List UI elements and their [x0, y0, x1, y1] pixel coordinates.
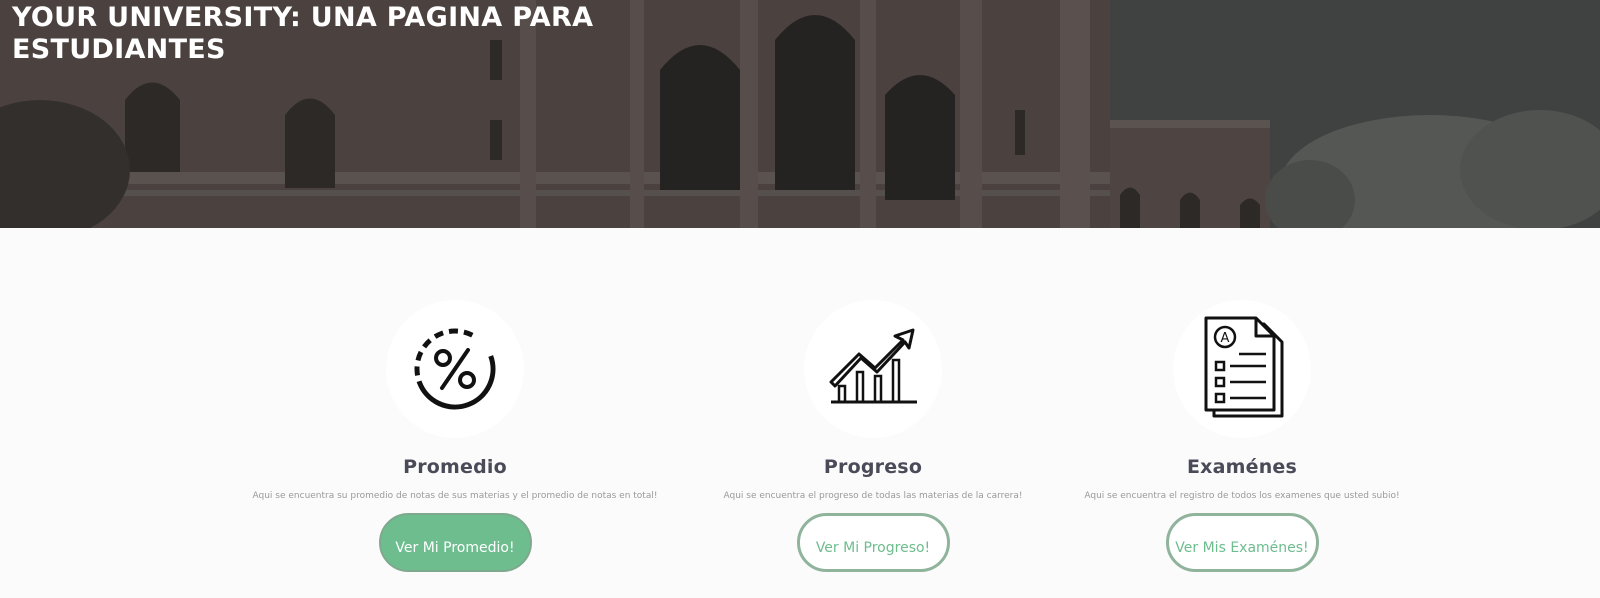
hero-banner: YOUR UNIVERSITY: UNA PAGINA PARA ESTUDIA… — [0, 0, 1600, 228]
card-promedio: Promedio Aqui se encuentra su promedio d… — [235, 300, 675, 572]
exam-document-icon: A — [1204, 316, 1284, 418]
svg-text:A: A — [1221, 331, 1230, 346]
ver-mis-examenes-button[interactable]: Ver Mis Examénes! — [1165, 513, 1319, 572]
card-description: Aqui se encuentra su promedio de notas d… — [252, 491, 658, 501]
ver-mi-promedio-button[interactable]: Ver Mi Promedio! — [378, 513, 532, 572]
page-title: YOUR UNIVERSITY: UNA PAGINA PARA ESTUDIA… — [12, 2, 594, 65]
feature-cards: Promedio Aqui se encuentra su promedio d… — [0, 228, 1600, 598]
card-title: Examénes — [1186, 456, 1298, 478]
icon-circle — [804, 300, 942, 438]
card-description: Aqui se encuentra el registro de todos l… — [1084, 491, 1400, 501]
icon-circle — [386, 300, 524, 438]
card-examenes: A Examénes Aqui se encuentra el registro… — [1022, 300, 1462, 572]
icon-circle: A — [1173, 300, 1311, 438]
percent-icon — [414, 328, 496, 410]
card-title: Promedio — [403, 456, 507, 478]
growth-chart-icon — [829, 328, 917, 404]
ver-mi-progreso-button[interactable]: Ver Mi Progreso! — [796, 513, 950, 572]
